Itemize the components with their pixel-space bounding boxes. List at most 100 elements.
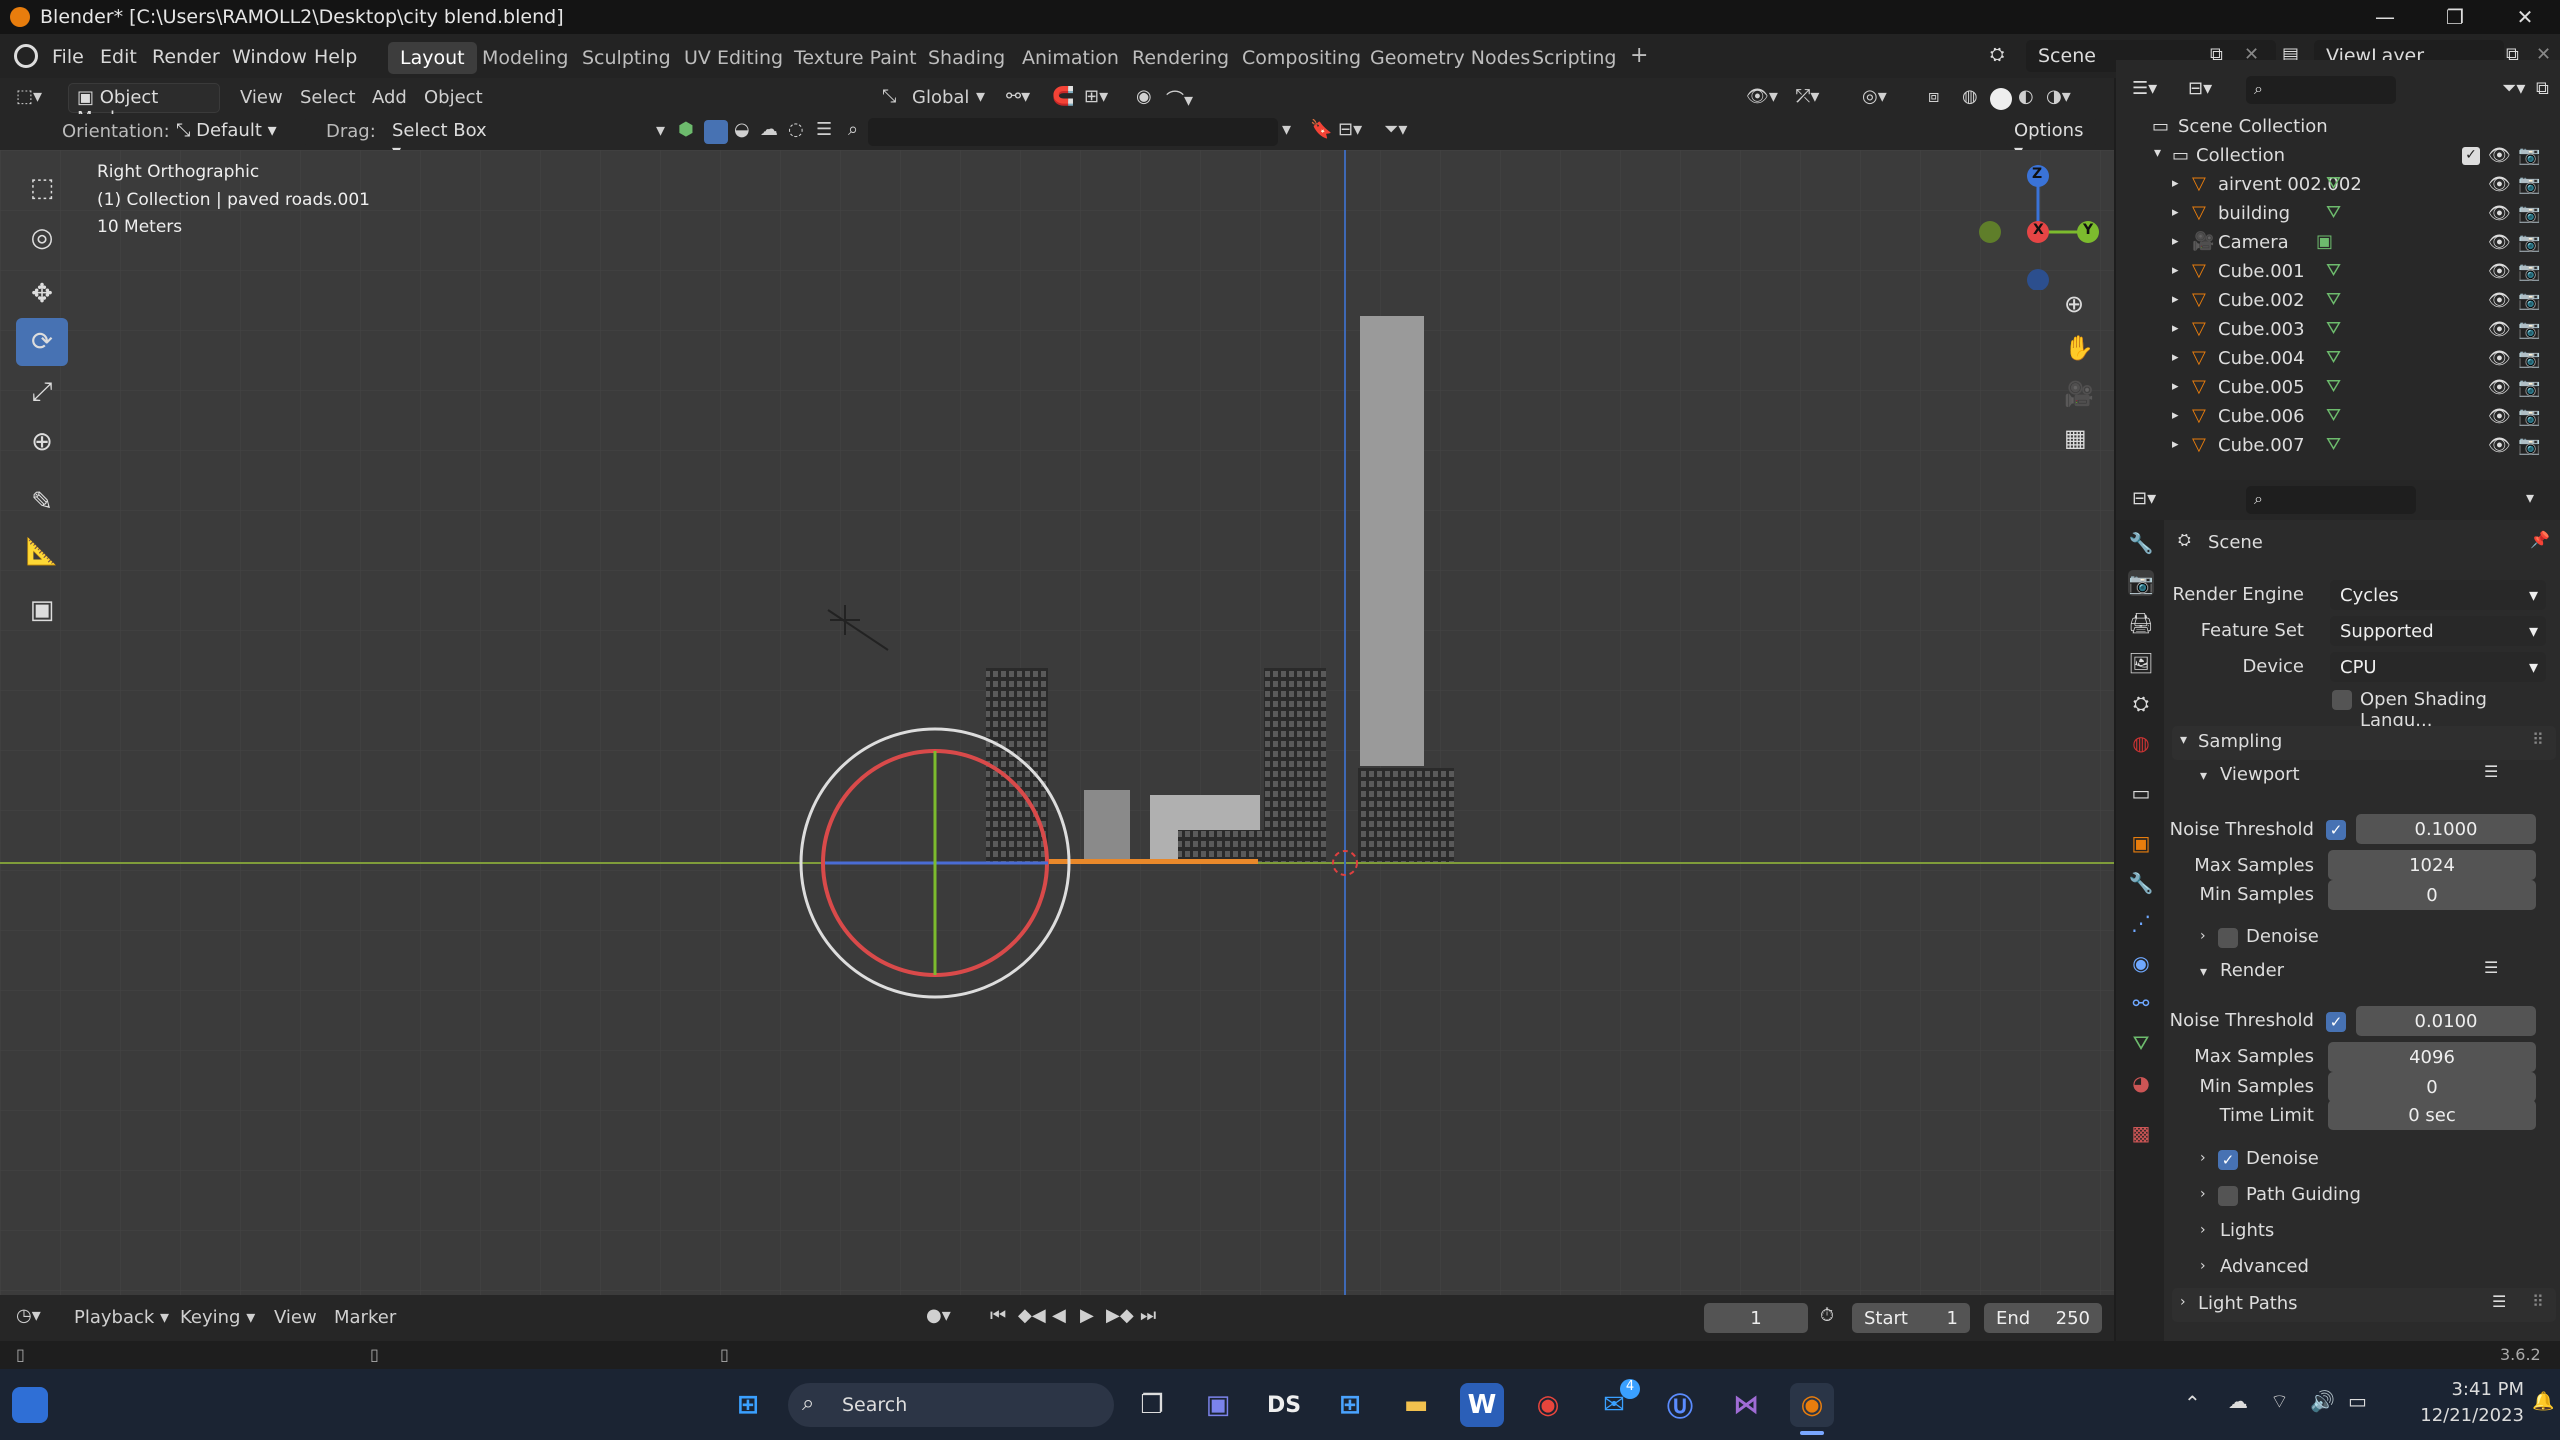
visibility-eye-icon[interactable]: 👁 <box>2488 377 2511 398</box>
mesh-filter-icon[interactable]: ⬢ <box>678 119 694 140</box>
tab-geometry-nodes[interactable]: Geometry Nodes <box>1358 42 1542 74</box>
tab-rendering[interactable]: Rendering <box>1120 42 1241 74</box>
transform-orientation-dropdown[interactable]: Global <box>912 87 969 108</box>
visibility-eye-icon[interactable]: 👁 <box>2488 174 2511 195</box>
render-camera-icon[interactable]: 📷 <box>2518 290 2540 311</box>
drag-handle-icon[interactable]: ⠿ <box>2532 1292 2544 1311</box>
outliner-editor-icon[interactable]: ☰▾ <box>2132 78 2157 99</box>
daz-studio-icon[interactable]: DS <box>1262 1383 1306 1427</box>
device-dropdown[interactable]: CPU ▾ <box>2330 652 2546 682</box>
blender-taskbar-icon[interactable]: ◉ <box>1790 1383 1834 1427</box>
output-tab-icon[interactable]: 🖨 <box>2128 610 2154 636</box>
outliner-item-row[interactable]: ▸ ▽ Cube.002 ⛛ 👁 📷 <box>2116 286 2560 315</box>
texture-tab-icon[interactable]: ▩ <box>2128 1120 2154 1146</box>
windows-start-icon[interactable]: ⊞ <box>726 1383 770 1427</box>
visibility-eye-icon[interactable]: 👁 <box>2488 406 2511 427</box>
expand-chevron-icon[interactable]: ▸ <box>2172 408 2179 423</box>
presets-list-icon[interactable]: ☰ <box>2484 762 2498 781</box>
visual-studio-icon[interactable]: ⋈ <box>1724 1383 1768 1427</box>
vp-noise-threshold-field[interactable]: 0.1000 <box>2356 814 2536 844</box>
dropdown-chevron-icon[interactable]: ▾ <box>2526 488 2534 507</box>
cursor-tool[interactable]: ◎ <box>16 214 68 262</box>
presets-list-icon[interactable]: ☰ <box>2484 958 2498 977</box>
expand-chevron-icon[interactable]: ▸ <box>2172 437 2179 452</box>
pin-icon[interactable]: 📌 <box>2530 530 2550 549</box>
camera-data-icon[interactable]: ▣ <box>2316 231 2333 252</box>
mesh-data-icon[interactable]: ⛛ <box>2326 376 2341 397</box>
search-icon[interactable]: ⌕ <box>848 119 858 140</box>
orientation-dropdown[interactable]: ⤡ Default ▾ <box>168 117 306 147</box>
volume-icon[interactable]: 🔊 <box>2310 1389 2335 1413</box>
mesh-data-icon[interactable]: ⛛ <box>2326 202 2341 223</box>
mesh-data-icon[interactable]: ⛛ <box>2326 405 2341 426</box>
filter-icon-1[interactable]: ◒ <box>734 119 750 140</box>
outliner-item-row[interactable]: ▸ ▽ Cube.003 ⛛ 👁 📷 <box>2116 315 2560 344</box>
render-camera-icon[interactable]: 📷 <box>2518 232 2540 253</box>
expand-chevron-icon[interactable]: ▸ <box>2172 263 2179 278</box>
add-cube-tool[interactable]: ▣ <box>16 586 68 634</box>
marker-menu[interactable]: Marker <box>334 1307 396 1328</box>
file-explorer-icon[interactable]: ▬ <box>1394 1383 1438 1427</box>
expand-chevron-icon[interactable]: › <box>2200 1150 2206 1166</box>
taskbar-search-box[interactable]: ⌕ Search <box>788 1383 1114 1427</box>
menu-file[interactable]: File <box>44 42 92 72</box>
wireframe-shading-icon[interactable]: ◍ <box>1962 86 1978 107</box>
visibility-icon[interactable]: 👁▾ <box>1746 86 1778 107</box>
sampling-section[interactable]: ▾ Sampling ⠿ <box>2172 726 2556 760</box>
zoom-icon[interactable]: ⊕ <box>2064 290 2084 318</box>
bookmark-icon[interactable]: 🔖 <box>1310 119 1332 140</box>
editor-type-icon[interactable]: ⬚▾ <box>16 86 42 107</box>
options-dropdown[interactable]: Options ▾ <box>2006 117 2096 162</box>
collection-tab-icon[interactable]: ▭ <box>2128 780 2154 806</box>
material-tab-icon[interactable]: ◕ <box>2128 1070 2154 1096</box>
outliner-item-row[interactable]: ▸ ▽ Cube.005 ⛛ 👁 📷 <box>2116 373 2560 402</box>
scene-collection-row[interactable]: ▭ Scene Collection <box>2116 112 2560 141</box>
light-paths-section[interactable]: › Light Paths ☰ ⠿ <box>2172 1288 2556 1322</box>
tab-uv-editing[interactable]: UV Editing <box>672 42 795 74</box>
scene-selector-icon[interactable]: ⛭ <box>1990 44 2018 68</box>
world-tab-icon[interactable]: ◍ <box>2128 730 2154 756</box>
widgets-icon[interactable] <box>12 1387 48 1423</box>
gizmo-toggle-icon[interactable]: ⤱▾ <box>1796 86 1819 107</box>
visibility-eye-icon[interactable]: 👁 <box>2488 348 2511 369</box>
drag-handle-icon[interactable]: ⠿ <box>2532 730 2544 749</box>
gizmo-neg-z[interactable] <box>2027 269 2049 290</box>
time-limit-field[interactable]: 0 sec <box>2328 1100 2536 1130</box>
r-min-samples-field[interactable]: 0 <box>2328 1072 2536 1102</box>
object-menu[interactable]: Object <box>424 87 483 108</box>
outliner-item-row[interactable]: ▸ ▽ Cube.006 ⛛ 👁 📷 <box>2116 402 2560 431</box>
material-shading-icon[interactable]: ◐ <box>2018 86 2034 107</box>
tall-tower[interactable] <box>1360 316 1424 766</box>
maximize-button[interactable]: ❐ <box>2420 0 2490 34</box>
xray-icon[interactable]: ⧈ <box>1928 86 1939 107</box>
start-frame-field[interactable]: Start 1 <box>1852 1303 1970 1333</box>
properties-search-input[interactable]: ⌕ <box>2246 486 2416 514</box>
tab-compositing[interactable]: Compositing <box>1230 42 1373 74</box>
particles-tab-icon[interactable]: ⋰ <box>2128 910 2154 936</box>
ortho-grid-icon[interactable]: ▦ <box>2064 424 2087 452</box>
expand-chevron-icon[interactable]: ▸ <box>2172 292 2179 307</box>
select-mode-icon[interactable] <box>704 120 728 144</box>
outliner-search-input[interactable]: ⌕ <box>2246 76 2396 104</box>
r-noise-threshold-field[interactable]: 0.0100 <box>2356 1006 2536 1036</box>
preview-range-icon[interactable]: ⏱ <box>1820 1305 1834 1326</box>
notification-bell-icon[interactable]: 🔔 <box>2532 1391 2554 1412</box>
mesh-data-icon[interactable]: ⛛ <box>2326 434 2341 455</box>
expand-chevron-icon[interactable]: ▾ <box>2200 964 2207 980</box>
select-menu[interactable]: Select <box>300 87 356 108</box>
chrome-icon[interactable]: ◉ <box>1526 1383 1570 1427</box>
mesh-data-icon[interactable]: ⛛ <box>2326 173 2341 194</box>
snap-icon[interactable]: 🧲 <box>1052 86 1074 107</box>
outliner-filter-icon[interactable]: ⏷▾ <box>2502 78 2525 99</box>
vp-denoise-checkbox[interactable] <box>2218 928 2238 948</box>
camera-view-icon[interactable]: 🎥 <box>2064 380 2094 408</box>
view-menu[interactable]: View <box>240 87 283 108</box>
outliner-item-row[interactable]: ▸ ▽ building ⛛ 👁 📷 <box>2116 199 2560 228</box>
word-icon[interactable]: W <box>1460 1383 1504 1427</box>
expand-chevron-icon[interactable]: ▾ <box>2154 145 2161 161</box>
tray-chevron-icon[interactable]: ⌃ <box>2184 1391 2201 1415</box>
properties-editor-icon[interactable]: ⊟▾ <box>2132 488 2156 509</box>
expand-chevron-icon[interactable]: › <box>2200 1222 2206 1238</box>
mesh-data-icon[interactable]: ⛛ <box>2326 347 2341 368</box>
dropdown-chevron-icon[interactable]: ▾ <box>1282 119 1291 140</box>
